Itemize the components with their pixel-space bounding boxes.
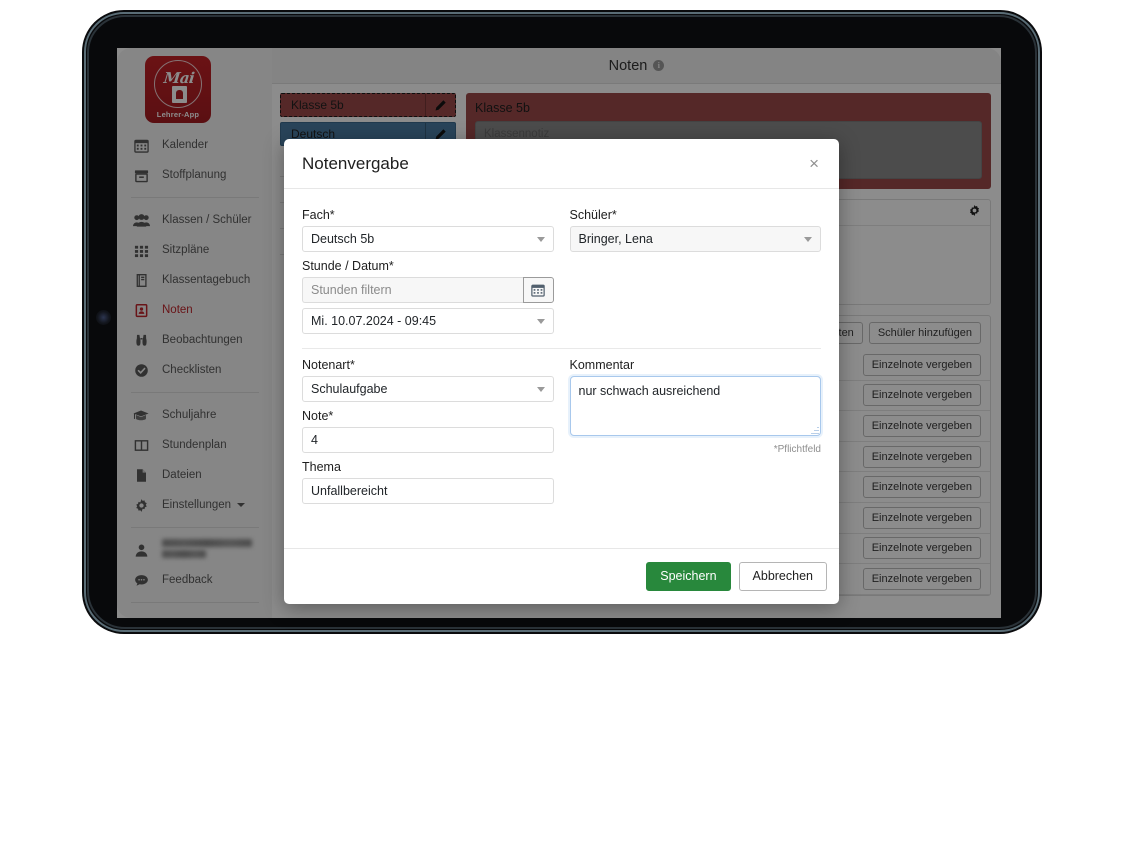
tablet-camera-icon (96, 310, 111, 325)
schueler-select[interactable]: Bringer, Lena (569, 226, 821, 252)
dialog-body: Fach* Deutsch 5b Stunde / Datum* Stunden… (284, 189, 839, 504)
dialog-col-right-2: Kommentar nur schwach ausreichend *Pflic… (569, 351, 821, 504)
fach-label: Fach* (302, 208, 335, 222)
thema-label: Thema (302, 460, 341, 474)
kommentar-textarea[interactable]: nur schwach ausreichend (569, 376, 821, 436)
required-field-hint: *Pflichtfeld (773, 444, 821, 455)
dialog-col-left-2: Notenart* Schulaufgabe Note* 4 Thema Unf… (302, 351, 554, 504)
notenart-select[interactable]: Schulaufgabe (302, 376, 554, 402)
stunde-datum-value: Mi. 10.07.2024 - 09:45 (311, 314, 437, 328)
chevron-down-icon (804, 236, 812, 242)
dialog-col-right: Schüler* Bringer, Lena (569, 201, 821, 334)
schueler-label: Schüler* (569, 208, 617, 222)
schueler-value: Bringer, Lena (578, 232, 653, 246)
save-button[interactable]: Speichern (646, 562, 731, 591)
note-input[interactable]: 4 (302, 427, 554, 453)
dialog-row-2: Notenart* Schulaufgabe Note* 4 Thema Unf… (302, 351, 821, 504)
dialog-title: Notenvergabe (302, 153, 409, 173)
notenart-value: Schulaufgabe (311, 382, 388, 396)
stunde-datum-label: Stunde / Datum* (302, 259, 394, 273)
kommentar-wrap: nur schwach ausreichend (569, 376, 821, 436)
fach-select[interactable]: Deutsch 5b (302, 226, 554, 252)
dialog-header: Notenvergabe × (284, 139, 839, 189)
calendar-icon[interactable] (522, 277, 554, 303)
note-label: Note* (302, 409, 334, 423)
fach-value: Deutsch 5b (311, 232, 375, 246)
screenshot-root: Mai Lehrer-App Kalender Stoffplanung Kla… (0, 0, 1124, 848)
dialog-row-1: Fach* Deutsch 5b Stunde / Datum* Stunden… (302, 201, 821, 334)
thema-input[interactable]: Unfallbereicht (302, 478, 554, 504)
dialog-footer: Speichern Abbrechen (284, 548, 839, 604)
stunden-filter-input[interactable]: Stunden filtern (302, 277, 523, 303)
chevron-down-icon (536, 318, 545, 324)
cancel-button[interactable]: Abbrechen (738, 562, 827, 591)
chevron-down-icon (536, 236, 545, 242)
chevron-down-icon (536, 386, 545, 392)
notenart-label: Notenart* (302, 358, 355, 372)
close-icon[interactable]: × (807, 155, 821, 172)
dialog-col-left: Fach* Deutsch 5b Stunde / Datum* Stunden… (302, 201, 554, 334)
stunde-datum-select[interactable]: Mi. 10.07.2024 - 09:45 (302, 308, 554, 334)
stunde-filter-group: Stunden filtern (302, 277, 554, 303)
dialog-divider (302, 348, 821, 349)
kommentar-label: Kommentar (569, 358, 635, 372)
notenvergabe-dialog: Notenvergabe × Fach* Deutsch 5b Stunde /… (284, 139, 839, 604)
